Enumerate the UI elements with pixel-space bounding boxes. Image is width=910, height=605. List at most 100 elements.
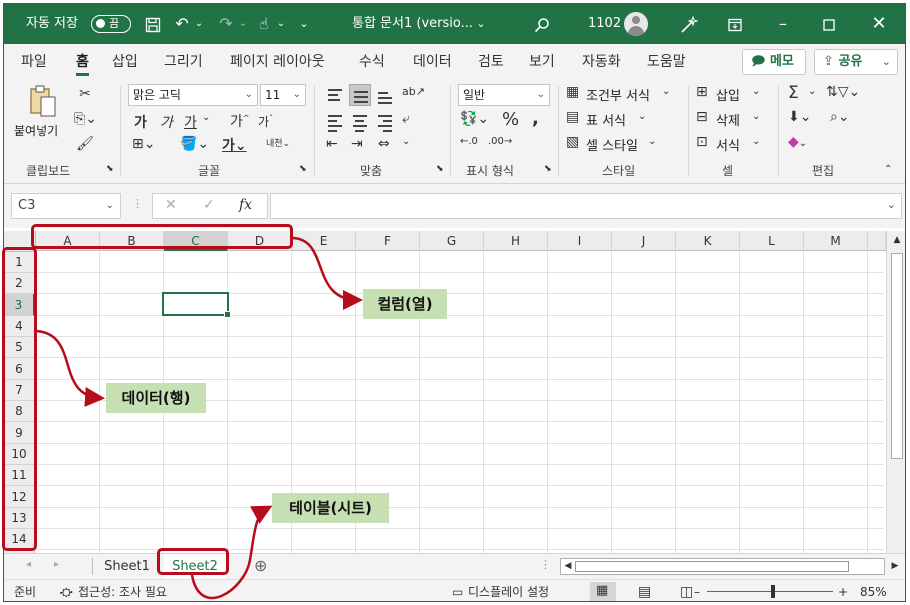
document-title[interactable]: 통합 문서1 (versio...: [352, 4, 473, 44]
zoom-level[interactable]: 85%: [860, 580, 887, 601]
scroll-thumb[interactable]: [891, 253, 903, 459]
align-top-icon[interactable]: [324, 84, 346, 106]
cancel-icon[interactable]: ✕: [165, 197, 177, 213]
insert-function-icon[interactable]: fx: [239, 197, 252, 213]
font-name-dropdown[interactable]: 맑은 고딕 ⌄: [128, 84, 258, 106]
redo-dropdown-icon[interactable]: ⌄: [238, 4, 248, 44]
chevron-down-icon[interactable]: ⌄: [752, 111, 760, 122]
chevron-down-icon[interactable]: ⌄: [638, 111, 646, 122]
column-header-h[interactable]: H: [484, 231, 548, 251]
column-header-n[interactable]: [868, 231, 886, 251]
accessibility-status[interactable]: 접근성: 조사 필요: [78, 580, 167, 601]
sort-filter-icon[interactable]: ⇅▽⌄: [826, 84, 860, 100]
font-color-icon[interactable]: 가⌄: [222, 135, 247, 155]
accounting-format-icon[interactable]: 💱⌄: [460, 111, 489, 127]
increase-decimal-icon[interactable]: ←.0: [460, 136, 478, 147]
italic-icon[interactable]: 가: [160, 112, 173, 132]
chevron-down-icon[interactable]: ⌄: [808, 86, 816, 97]
wrap-text-icon[interactable]: ⤶: [402, 111, 410, 127]
enter-icon[interactable]: ✓: [203, 197, 215, 213]
increase-indent-icon[interactable]: ⇥: [351, 136, 363, 152]
sheet-tab-sheet1[interactable]: Sheet1: [96, 554, 158, 579]
paste-icon[interactable]: [26, 85, 60, 119]
maximize-icon[interactable]: [818, 4, 840, 44]
scroll-thumb[interactable]: [575, 561, 849, 572]
conditional-format-button[interactable]: 조건부 서식: [586, 85, 650, 104]
autosave-toggle[interactable]: 끔: [91, 15, 131, 33]
share-dropdown-icon[interactable]: ⌄: [882, 50, 891, 74]
column-header-k[interactable]: K: [676, 231, 740, 251]
next-sheet-icon[interactable]: ▸: [54, 559, 59, 570]
undo-icon[interactable]: ↶: [172, 4, 192, 44]
conditional-format-icon[interactable]: ▦: [566, 84, 579, 100]
prev-sheet-icon[interactable]: ◂: [26, 559, 31, 570]
autosum-icon[interactable]: Σ: [788, 83, 799, 103]
display-settings-button[interactable]: 디스플레이 설정: [468, 580, 549, 601]
align-left-icon[interactable]: [324, 110, 346, 132]
column-header-l[interactable]: L: [740, 231, 804, 251]
designer-wand-icon[interactable]: [678, 4, 700, 44]
font-size-dropdown[interactable]: 11 ⌄: [260, 84, 306, 106]
vertical-scrollbar[interactable]: ▲: [886, 231, 905, 553]
format-painter-icon[interactable]: 🖌: [76, 136, 94, 152]
normal-view-button[interactable]: ▦: [590, 582, 616, 601]
chevron-down-icon[interactable]: ⌄: [662, 86, 670, 97]
cut-icon[interactable]: ✂: [76, 86, 94, 102]
minimize-icon[interactable]: –: [772, 4, 794, 44]
column-header-i[interactable]: I: [548, 231, 612, 251]
add-sheet-icon[interactable]: ⊕: [254, 556, 267, 575]
format-cells-button[interactable]: 서식: [716, 135, 740, 154]
bold-icon[interactable]: 가: [134, 112, 147, 132]
page-break-view-icon[interactable]: ◫: [680, 580, 693, 601]
number-format-dropdown[interactable]: 일반 ⌄: [458, 84, 550, 106]
orientation-icon[interactable]: ab↗: [402, 85, 425, 98]
shrink-font-icon[interactable]: 가ˇ: [258, 113, 273, 130]
zoom-in-icon[interactable]: +: [838, 580, 848, 601]
merge-dropdown-icon[interactable]: ⌄: [402, 136, 410, 147]
copy-icon[interactable]: ⎘⌄: [74, 111, 97, 127]
column-header-e[interactable]: E: [292, 231, 356, 251]
scroll-right-icon[interactable]: ▶: [888, 561, 902, 571]
chevron-down-icon[interactable]: ⌄: [648, 136, 656, 147]
format-as-table-button[interactable]: 표 서식: [586, 110, 626, 129]
display-settings-icon[interactable]: ▭: [452, 580, 463, 601]
decrease-indent-icon[interactable]: ⇤: [326, 136, 338, 152]
delete-cells-icon[interactable]: ⊟: [696, 109, 708, 125]
percent-icon[interactable]: %: [502, 109, 519, 130]
phonetic-icon[interactable]: 내천⌄: [266, 136, 290, 149]
tab-automate[interactable]: 자동화: [582, 44, 621, 80]
fill-color-icon[interactable]: 🪣⌄: [180, 136, 209, 152]
fill-icon[interactable]: ⬇⌄: [788, 109, 811, 125]
zoom-slider-thumb[interactable]: [771, 585, 775, 598]
insert-cells-button[interactable]: 삽입: [716, 85, 740, 104]
cell-styles-button[interactable]: 셀 스타일: [586, 135, 638, 154]
border-icon[interactable]: ⊞⌄: [132, 136, 155, 152]
tab-file[interactable]: 파일: [21, 44, 47, 80]
chevron-down-icon[interactable]: ⌄: [752, 86, 760, 97]
tab-draw[interactable]: 그리기: [164, 44, 203, 80]
grow-font-icon[interactable]: 가^: [230, 111, 250, 131]
page-layout-view-icon[interactable]: ▤: [638, 580, 651, 601]
paste-label[interactable]: 붙여넣기: [14, 122, 58, 139]
avatar[interactable]: [624, 12, 648, 36]
expand-formula-icon[interactable]: ⌄: [887, 198, 896, 211]
underline-dropdown-icon[interactable]: ⌄: [202, 112, 210, 123]
comma-style-icon[interactable]: ,: [532, 108, 539, 129]
decrease-decimal-icon[interactable]: .00→: [488, 136, 512, 147]
clipboard-launcher-icon[interactable]: ⬊: [106, 164, 114, 174]
format-as-table-icon[interactable]: ▤: [566, 109, 579, 125]
tab-home[interactable]: 홈: [76, 44, 89, 80]
delete-cells-button[interactable]: 삭제: [716, 110, 740, 129]
redo-icon[interactable]: ↷: [216, 4, 236, 44]
tab-page-layout[interactable]: 페이지 레이아웃: [230, 44, 325, 80]
align-right-icon[interactable]: [374, 110, 396, 132]
clear-icon[interactable]: ◆⌄: [788, 134, 807, 150]
tab-review[interactable]: 검토: [478, 44, 504, 80]
column-header-m[interactable]: M: [804, 231, 868, 251]
tab-view[interactable]: 보기: [529, 44, 555, 80]
close-icon[interactable]: ✕: [868, 4, 890, 44]
name-box[interactable]: C3 ⌄: [11, 193, 121, 219]
column-header-g[interactable]: G: [420, 231, 484, 251]
collapse-ribbon-icon[interactable]: ⌃: [884, 164, 892, 175]
save-icon[interactable]: [142, 4, 164, 44]
